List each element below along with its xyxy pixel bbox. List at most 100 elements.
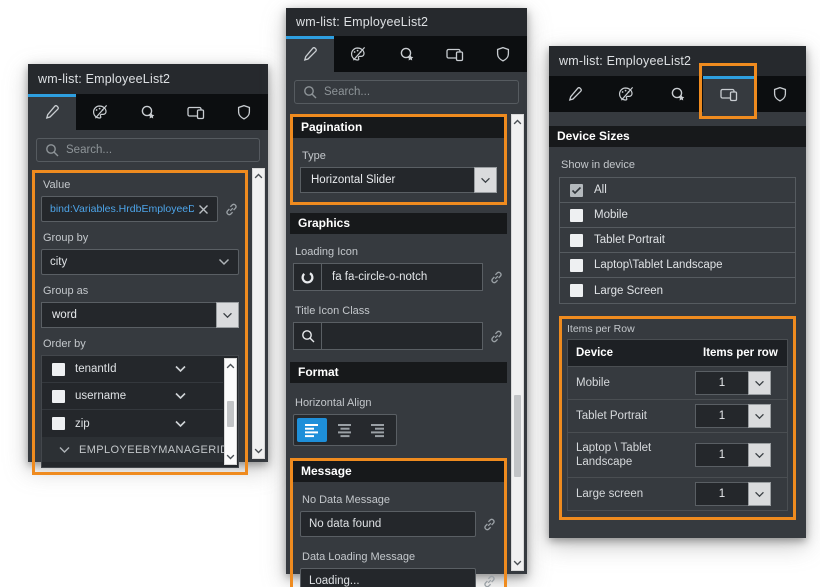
bind-link-icon[interactable] [489, 270, 504, 285]
chevron-down-icon[interactable] [748, 482, 771, 506]
gear-star-icon [669, 86, 687, 103]
loading-icon-input[interactable]: fa fa-circle-o-notch [321, 263, 483, 291]
tab-device[interactable] [703, 76, 754, 112]
bind-link-icon[interactable] [482, 517, 497, 532]
group-by-select[interactable]: city [41, 249, 239, 275]
checkbox[interactable] [570, 234, 583, 247]
scroll-down-icon[interactable] [512, 557, 523, 569]
checkbox[interactable] [52, 390, 65, 403]
tab-properties[interactable] [286, 36, 334, 72]
section-header-message: Message [293, 461, 504, 482]
clear-binding-icon[interactable] [198, 204, 209, 215]
checkbox[interactable] [570, 209, 583, 222]
device-icon [187, 104, 205, 120]
chevron-down-icon[interactable] [474, 167, 497, 193]
tab-security[interactable] [479, 36, 527, 72]
bind-link-icon[interactable] [224, 202, 239, 217]
items-per-row-select[interactable]: 1 [695, 482, 771, 506]
table-row: Tablet Portrait 1 [568, 400, 787, 433]
tab-properties[interactable] [549, 76, 600, 112]
chevron-down-icon[interactable] [748, 371, 771, 395]
order-by-row[interactable]: zip [42, 410, 223, 437]
order-by-item-label: tenantId [75, 363, 117, 375]
bind-link-icon[interactable] [482, 574, 497, 587]
search-input[interactable]: Search... [36, 138, 260, 162]
scroll-up-icon[interactable] [512, 116, 523, 128]
checkbox[interactable] [52, 417, 65, 430]
checkbox[interactable] [52, 363, 65, 376]
table-row: Laptop \ Tablet Landscape 1 [568, 433, 787, 478]
scroll-down-icon[interactable] [253, 445, 264, 457]
device-option-row[interactable]: Large Screen [560, 278, 795, 303]
align-left-button[interactable] [297, 418, 327, 442]
scroll-up-icon[interactable] [225, 360, 236, 372]
order-by-row[interactable]: username [42, 383, 223, 410]
scroll-down-icon[interactable] [225, 451, 236, 463]
items-per-row-select[interactable]: 1 [695, 371, 771, 395]
show-in-device-label: Show in device [561, 159, 794, 171]
bind-link-icon[interactable] [489, 329, 504, 344]
tab-security[interactable] [755, 76, 806, 112]
tab-advanced-settings[interactable] [652, 76, 703, 112]
align-center-button[interactable] [330, 418, 360, 442]
device-option-row[interactable]: All [560, 178, 795, 203]
order-by-scrollbar[interactable] [224, 358, 237, 465]
order-by-row[interactable]: tenantId [42, 356, 223, 383]
tab-device[interactable] [431, 36, 479, 72]
shield-icon [236, 104, 252, 121]
chevron-down-icon[interactable] [174, 392, 187, 400]
tab-styles[interactable] [76, 94, 124, 130]
align-right-button[interactable] [363, 418, 393, 442]
panel-scrollbar[interactable] [252, 168, 265, 459]
value-input[interactable]: bind:Variables.HrdbEmployeeData1.dat [41, 196, 218, 222]
group-as-label: Group as [43, 285, 237, 297]
related-property-expander[interactable]: EMPLOYEEBYMANAGERID [42, 437, 223, 462]
list-filler [42, 462, 223, 467]
checkbox[interactable] [570, 284, 583, 297]
related-property-label: EMPLOYEEBYMANAGERID [79, 444, 228, 456]
tab-styles[interactable] [600, 76, 651, 112]
panel-content: Device Sizes Show in device All Mobile T… [549, 112, 806, 520]
scroll-up-icon[interactable] [253, 170, 264, 182]
search-placeholder: Search... [66, 144, 112, 156]
items-per-row-select[interactable]: 1 [695, 443, 771, 467]
pagination-type-select[interactable]: Horizontal Slider [300, 167, 497, 193]
chevron-down-icon[interactable] [748, 443, 771, 467]
chevron-down-icon[interactable] [748, 404, 771, 428]
panel-content: Pagination Type Horizontal Slider Graphi… [286, 112, 527, 587]
align-center-icon [337, 423, 353, 438]
scroll-thumb[interactable] [227, 401, 234, 427]
chevron-down-icon [218, 258, 230, 266]
checkbox[interactable] [570, 259, 583, 272]
group-as-select[interactable]: word [41, 302, 239, 328]
panel-scrollbar[interactable] [511, 114, 524, 571]
items-per-row-select[interactable]: 1 [695, 404, 771, 428]
items-per-row-value: 1 [695, 482, 748, 506]
tab-properties[interactable] [28, 94, 76, 130]
title-icon-class-input[interactable] [321, 322, 483, 350]
highlight-box-pagination: Pagination Type Horizontal Slider [290, 114, 507, 205]
shield-icon [495, 46, 511, 63]
chevron-down-icon[interactable] [216, 302, 239, 328]
align-right-icon [370, 423, 386, 438]
scroll-thumb[interactable] [514, 395, 521, 477]
chevron-down-icon[interactable] [174, 420, 187, 428]
tab-styles[interactable] [334, 36, 382, 72]
items-per-row-value: 1 [695, 371, 748, 395]
checkbox[interactable] [570, 184, 583, 197]
items-per-row-value: 1 [695, 404, 748, 428]
device-option-row[interactable]: Mobile [560, 203, 795, 228]
search-input[interactable]: Search... [294, 80, 519, 104]
device-option-row[interactable]: Tablet Portrait [560, 228, 795, 253]
data-loading-message-input[interactable]: Loading... [300, 568, 476, 587]
tab-security[interactable] [220, 94, 268, 130]
column-header-items-per-row: Items per row [695, 340, 787, 366]
order-by-list: tenantId username zip [41, 355, 239, 468]
no-data-message-input[interactable]: No data found [300, 511, 476, 537]
tab-device[interactable] [172, 94, 220, 130]
panel-content: Value bind:Variables.HrdbEmployeeData1.d… [28, 170, 268, 475]
device-option-row[interactable]: Laptop\Tablet Landscape [560, 253, 795, 278]
tab-advanced-settings[interactable] [382, 36, 430, 72]
chevron-down-icon[interactable] [174, 365, 187, 373]
tab-advanced-settings[interactable] [124, 94, 172, 130]
